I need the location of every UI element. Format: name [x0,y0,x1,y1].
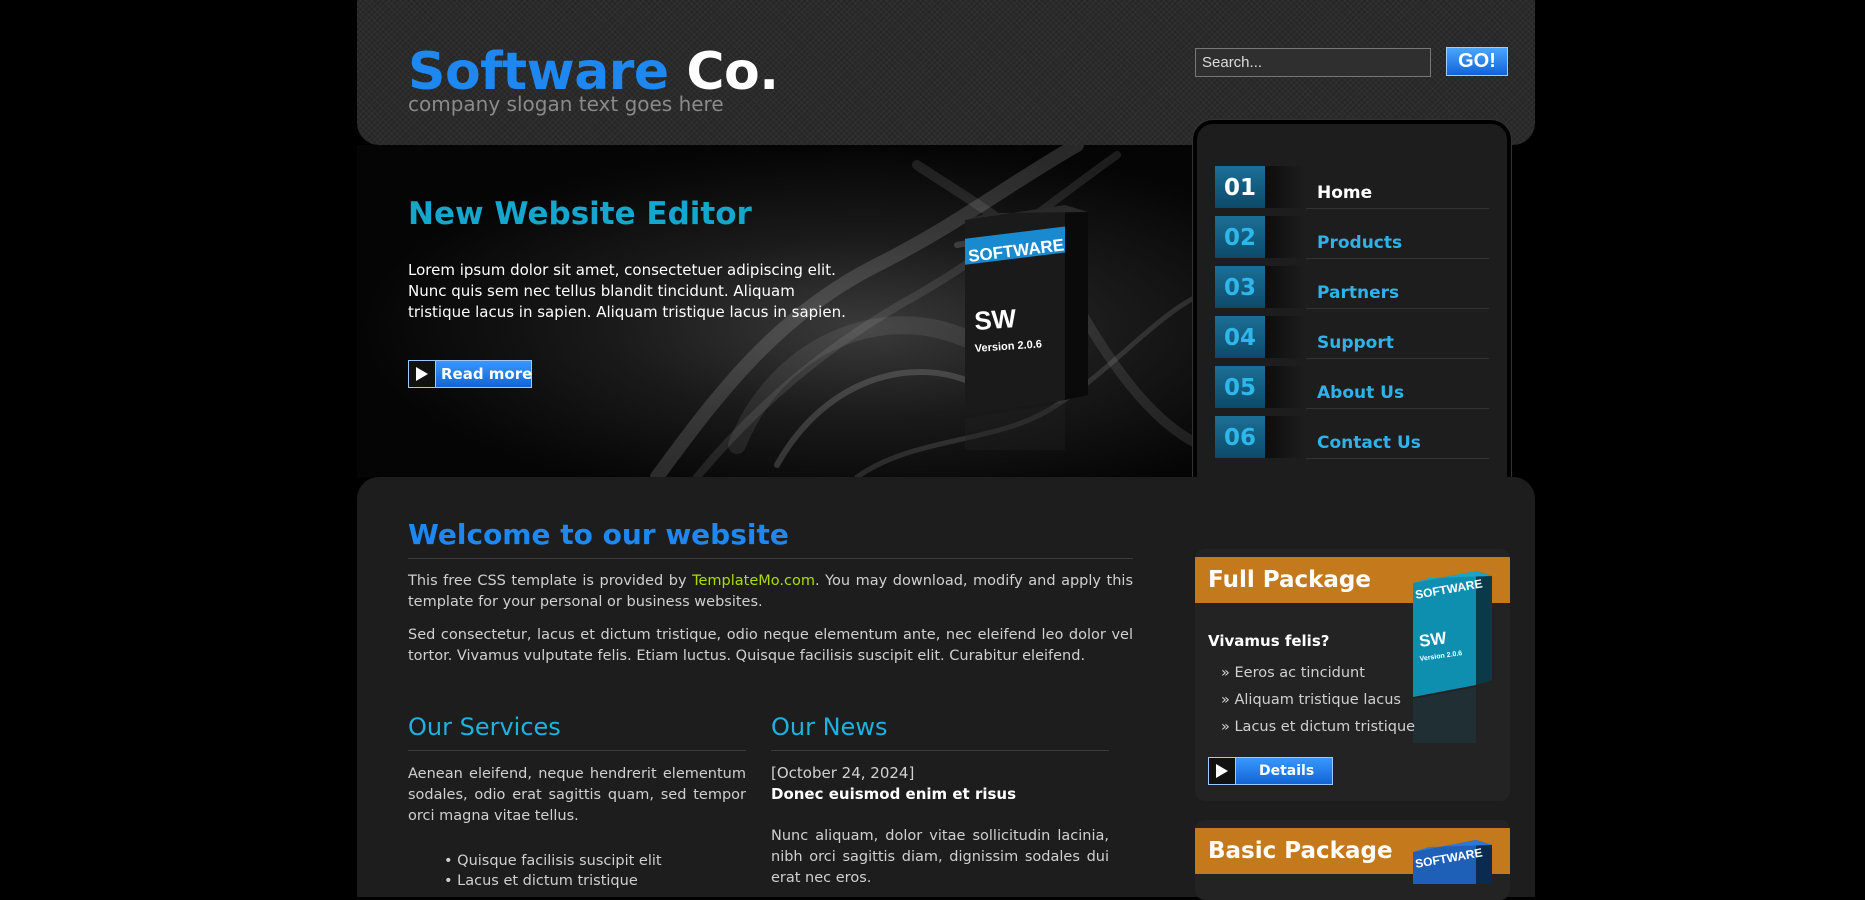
news-title: Our News [771,713,888,741]
nav-item-home[interactable]: Home [1317,183,1372,203]
nav-divider [1306,208,1489,209]
nav-item-about-us[interactable]: About Us [1317,383,1404,403]
package-title: Basic Package [1208,838,1393,864]
nav-divider [1306,458,1489,459]
play-arrow-icon [409,361,436,387]
package-feature: » Lacus et dictum tristique [1221,719,1416,735]
search-input[interactable] [1195,48,1431,77]
nav-number-02[interactable]: 02 [1215,216,1265,258]
nav-divider [1306,258,1489,259]
package-feature: » Aliquam tristique lacus [1221,692,1401,708]
nav-shadow [1265,366,1305,408]
read-more-label: Read more [441,365,533,383]
nav-shadow [1265,416,1305,458]
nav-shadow [1265,316,1305,358]
list-item-label: Lacus et dictum tristique [457,873,638,889]
nav-number-03[interactable]: 03 [1215,266,1265,308]
site-slogan: company slogan text goes here [408,92,724,116]
nav-shadow [1265,216,1305,258]
nav-number-05[interactable]: 05 [1215,366,1265,408]
nav-divider [1306,408,1489,409]
list-item: • Quisque facilisis suscipit elit [444,853,662,869]
software-box-image: SOFTWARE SW Version 2.0.6 [965,205,1088,450]
search-go-button[interactable]: GO! [1446,47,1508,76]
box-model: SW [1418,628,1449,651]
package-box-image: SOFTWARE [1413,840,1492,884]
nav-shadow [1265,166,1305,208]
box-model: SW [973,303,1017,336]
welcome-paragraph-1: This free CSS template is provided by Te… [408,571,1133,613]
package-subtitle: Vivamus felis? [1208,632,1330,650]
nav-item-support[interactable]: Support [1317,333,1394,353]
nav-number-01[interactable]: 01 [1215,166,1265,208]
welcome-title: Welcome to our website [408,518,789,551]
details-button[interactable]: Details [1208,757,1333,785]
banner-title: New Website Editor [408,196,752,232]
services-text: Aenean eleifend, neque hendrerit element… [408,766,746,824]
package-box-image: SOFTWARE SW Version 2.0.6 [1413,571,1492,743]
read-more-button[interactable]: Read more [408,360,532,388]
list-item: • Lacus et dictum tristique [444,873,638,889]
details-label: Details [1259,763,1315,779]
nav-shadow [1265,266,1305,308]
templatemo-link[interactable]: TemplateMo.com [692,573,815,589]
nav-item-contact-us[interactable]: Contact Us [1317,433,1421,453]
play-arrow-icon [1209,758,1236,784]
banner-text: Lorem ipsum dolor sit amet, consectetuer… [408,261,846,321]
divider [408,558,1133,559]
news-date: [October 24, 2024] [771,764,915,782]
package-feature: » Eeros ac tincidunt [1221,665,1365,681]
nav-divider [1306,308,1489,309]
package-title: Full Package [1208,567,1371,593]
nav-number-04[interactable]: 04 [1215,316,1265,358]
nav-divider [1306,358,1489,359]
nav-item-partners[interactable]: Partners [1317,283,1399,303]
list-item-label: Quisque facilisis suscipit elit [457,853,662,869]
nav-number-06[interactable]: 06 [1215,416,1265,458]
divider [408,750,746,751]
services-title: Our Services [408,713,561,741]
nav-item-products[interactable]: Products [1317,233,1402,253]
welcome-paragraph-2: Sed consectetur, lacus et dictum tristiq… [408,627,1133,664]
welcome-p1-text: This free CSS template is provided by [408,573,693,589]
news-headline[interactable]: Donec euismod enim et risus [771,785,1016,803]
news-text: Nunc aliquam, dolor vitae sollicitudin l… [771,828,1109,886]
divider [771,750,1109,751]
